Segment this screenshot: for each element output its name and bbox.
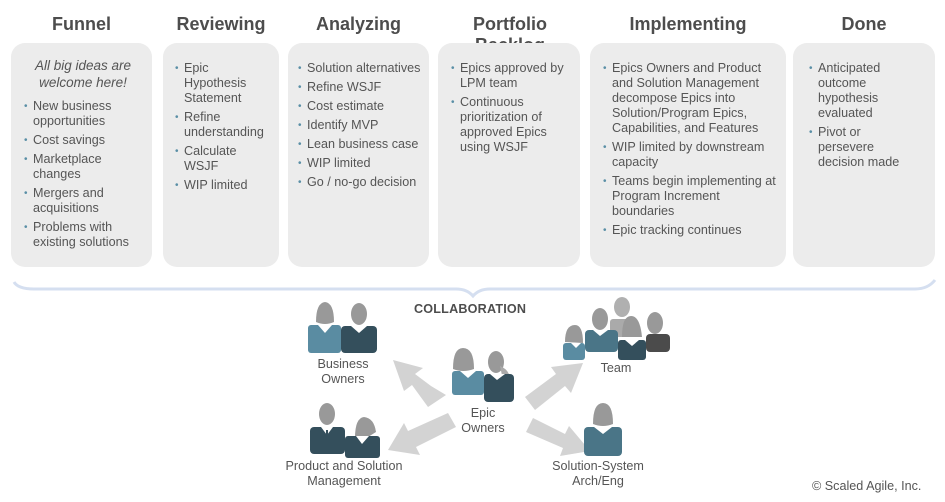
product-solution-management-label: Product and Solution Management — [285, 459, 403, 488]
arrow-to-team — [525, 363, 583, 410]
collaboration-title: COLLABORATION — [414, 302, 527, 316]
epic-owners-label: Epic Owners — [461, 406, 505, 435]
product-solution-management-icon — [310, 403, 380, 458]
solution-arch-label: Solution-System Arch/Eng — [552, 459, 644, 488]
business-owners-icon — [308, 302, 377, 353]
arrow-to-solution-arch — [526, 418, 590, 456]
brace — [12, 279, 937, 299]
team-icon — [563, 297, 670, 360]
team-label: Team — [600, 361, 632, 375]
epic-owners-icon — [452, 348, 514, 402]
solution-arch-icon — [584, 403, 622, 456]
copyright: © Scaled Agile, Inc. — [812, 479, 922, 493]
arrow-to-product-management — [388, 413, 456, 455]
business-owners-label: Business Owners — [317, 357, 369, 386]
arrow-to-business-owners — [393, 360, 446, 407]
